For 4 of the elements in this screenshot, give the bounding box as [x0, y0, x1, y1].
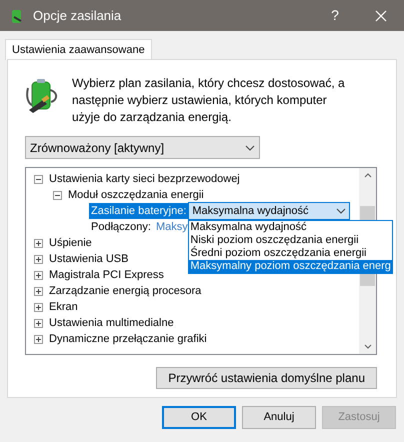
- setting-label: Podłączony:: [90, 220, 152, 235]
- window-title: Opcje zasilania: [33, 6, 122, 25]
- description: Wybierz plan zasilania, który chcesz dostosować, a następnie wybierz ustawienia, których komputer użyje do zarządzania energią.: [72, 75, 346, 126]
- setting-label: Zasilanie bateryjne:: [89, 202, 188, 220]
